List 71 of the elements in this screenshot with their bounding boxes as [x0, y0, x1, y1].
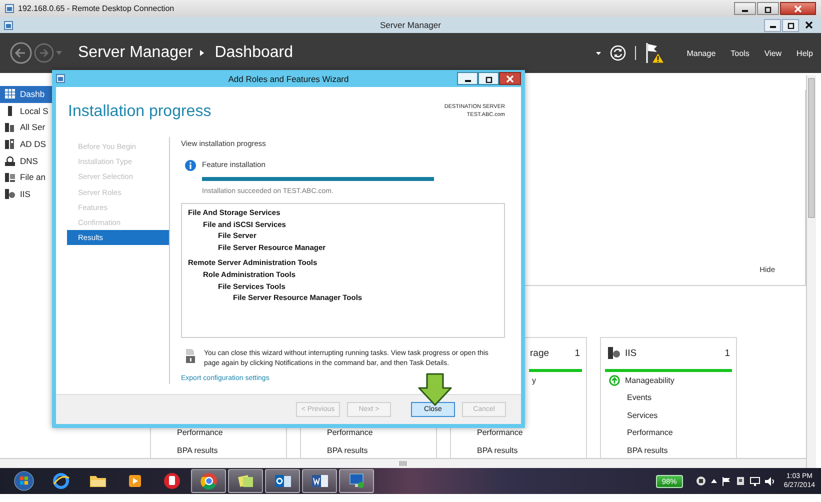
menu-item[interactable]: View	[764, 48, 782, 58]
close-icon	[506, 74, 514, 82]
taskbar-button[interactable]	[302, 469, 337, 493]
restore-icon	[764, 4, 772, 12]
tile-link[interactable]: BPA results	[477, 446, 518, 455]
sidebar-item[interactable]: File an	[0, 168, 56, 186]
maximize-button[interactable]	[478, 72, 499, 85]
tile-link[interactable]: BPA results	[177, 446, 218, 455]
close-icon	[804, 21, 812, 29]
device-icon[interactable]	[736, 476, 745, 486]
sidebar-item[interactable]: AD DS	[0, 136, 56, 152]
menu-item[interactable]: Tools	[730, 48, 750, 58]
window-title: Add Roles and Features Wizard	[228, 74, 349, 84]
menu-item[interactable]: Help	[796, 48, 813, 58]
flag-warning-icon[interactable]	[644, 42, 665, 64]
horizontal-scrollbar[interactable]	[0, 458, 806, 468]
maximize-icon	[484, 74, 492, 82]
window-title: 192.168.0.65 - Remote Desktop Connection	[18, 4, 174, 13]
menu-item[interactable]: Manage	[686, 48, 716, 58]
tile-link[interactable]: Performance	[177, 428, 223, 438]
tile-link[interactable]: Performance	[477, 428, 523, 438]
sidebar-item[interactable]: All Ser	[0, 119, 56, 136]
tile-link[interactable]: Manageability	[625, 376, 674, 385]
restore-button[interactable]	[782, 18, 799, 32]
breadcrumb-item[interactable]: Server Manager	[78, 44, 193, 62]
tile-count: 1	[574, 348, 580, 359]
browser-icon	[50, 471, 70, 491]
tile-link[interactable]: Performance	[327, 428, 373, 438]
remote-desktop-icon	[346, 471, 366, 491]
minimize-button[interactable]	[764, 18, 781, 32]
grip-icon	[399, 461, 407, 466]
tile-link[interactable]: y	[532, 376, 536, 386]
chevron-icon	[200, 50, 204, 56]
vertical-scrollbar[interactable]	[806, 75, 816, 468]
sidebar-item[interactable]: Local S	[0, 102, 56, 120]
info-icon	[185, 160, 196, 170]
speaker-icon[interactable]	[764, 476, 775, 486]
close-button[interactable]	[499, 72, 521, 85]
chrome-icon	[198, 471, 218, 491]
sidebar-item[interactable]: DNS	[0, 152, 56, 169]
app-icon	[162, 471, 182, 491]
tile-title[interactable]: rage	[530, 348, 550, 359]
down-arrow-icon	[417, 373, 453, 406]
refresh-icon[interactable]	[610, 45, 626, 61]
tile-link[interactable]: BPA results	[327, 446, 368, 455]
close-button[interactable]	[780, 2, 816, 15]
taskbar-button[interactable]	[265, 469, 300, 493]
tile-link[interactable]: Events	[627, 393, 652, 402]
grid-icon	[5, 89, 15, 100]
app-icon[interactable]	[56, 74, 65, 83]
taskbar-button[interactable]	[191, 469, 226, 493]
page-heading: Installation progress	[68, 102, 212, 122]
restore-icon	[786, 21, 794, 29]
taskbar-button[interactable]	[228, 469, 263, 493]
plug-icon[interactable]	[696, 476, 706, 486]
window-title: Server Manager	[380, 20, 441, 30]
tile-count: 1	[724, 348, 730, 359]
restore-button[interactable]	[757, 2, 779, 15]
tile-title[interactable]: IIS	[625, 348, 637, 359]
breadcrumb-item: Dashboard	[214, 44, 293, 62]
minimize-button[interactable]	[457, 72, 478, 85]
back-icon[interactable]	[10, 42, 32, 64]
caret-icon[interactable]	[596, 52, 601, 54]
sidebar-item[interactable]: IIS	[0, 186, 56, 202]
tile-link[interactable]: Services	[627, 410, 658, 420]
caret-up-icon[interactable]	[710, 479, 717, 483]
close-icon	[794, 4, 802, 12]
tile-link[interactable]: Performance	[627, 428, 673, 438]
tile-link[interactable]: BPA results	[627, 446, 668, 455]
minimize-button[interactable]	[734, 2, 756, 15]
start-icon[interactable]	[14, 471, 34, 491]
